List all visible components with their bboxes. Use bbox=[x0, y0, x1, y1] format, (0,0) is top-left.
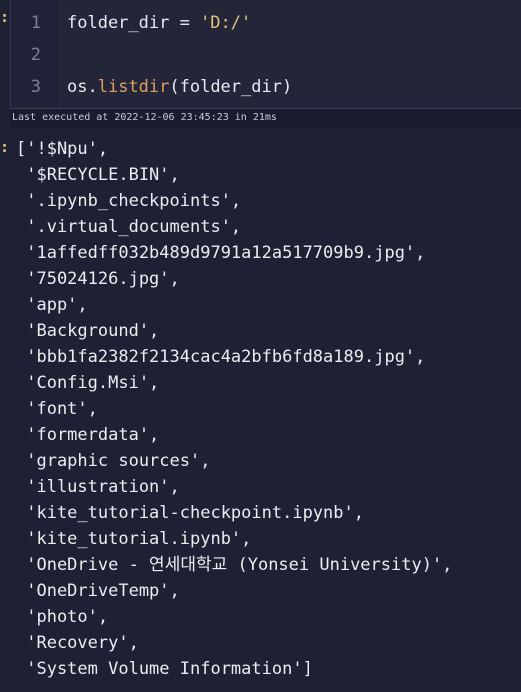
output-line: 'app', bbox=[16, 295, 88, 315]
execution-info-text: Last executed at 2022-12-06 23:45:23 in … bbox=[12, 112, 277, 123]
output-line: '.virtual_documents', bbox=[16, 217, 242, 237]
code-line-1[interactable]: folder_dir = 'D:/' bbox=[67, 12, 251, 34]
code-function: listdir bbox=[97, 77, 170, 97]
input-prompt-marker: : bbox=[0, 8, 10, 26]
output-line: '75024126.jpg', bbox=[16, 269, 180, 289]
output-line: 'Recovery', bbox=[16, 633, 139, 653]
output-line: ['!$Npu', bbox=[16, 139, 109, 159]
output-line: 'font', bbox=[16, 399, 98, 419]
code-args: (folder_dir) bbox=[169, 77, 293, 97]
line-number-1: 1 bbox=[30, 13, 41, 33]
code-module: os. bbox=[67, 77, 98, 97]
line-number-2: 2 bbox=[30, 45, 41, 65]
code-text: folder_dir = bbox=[67, 13, 201, 33]
code-input-cell[interactable]: 1 2 3 folder_dir = 'D:/' os.listdir(fold… bbox=[10, 0, 521, 108]
output-line: 'graphic sources', bbox=[16, 451, 211, 471]
output-line: 'photo', bbox=[16, 607, 109, 627]
output-line: '1affedff032b489d9791a12a517709b9.jpg', bbox=[16, 243, 426, 263]
output-line: 'illustration', bbox=[16, 477, 180, 497]
code-line-3[interactable]: os.listdir(folder_dir) bbox=[67, 76, 292, 98]
output-line: 'System Volume Information'] bbox=[16, 659, 313, 679]
output-line: 'kite_tutorial-checkpoint.ipynb', bbox=[16, 503, 364, 523]
line-number-3: 3 bbox=[30, 77, 41, 97]
output-line: '.ipynb_checkpoints', bbox=[16, 191, 242, 211]
line-number-gutter: 1 2 3 bbox=[11, 0, 60, 108]
output-prompt-marker: : bbox=[0, 138, 10, 156]
code-string: 'D:/' bbox=[200, 13, 252, 33]
output-line: 'Config.Msi', bbox=[16, 373, 160, 393]
output-line: '$RECYCLE.BIN', bbox=[16, 165, 180, 185]
output-line: 'OneDriveTemp', bbox=[16, 581, 180, 601]
output-line: 'OneDrive - 연세대학교 (Yonsei University)', bbox=[16, 555, 453, 575]
output-line: 'Background', bbox=[16, 321, 160, 341]
output-line: 'kite_tutorial.ipynb', bbox=[16, 529, 252, 549]
execution-info-bar: Last executed at 2022-12-06 23:45:23 in … bbox=[10, 108, 521, 127]
output-line: 'bbb1fa2382f2134cac4a2bfb6fd8a189.jpg', bbox=[16, 347, 426, 367]
output-line: 'formerdata', bbox=[16, 425, 160, 445]
